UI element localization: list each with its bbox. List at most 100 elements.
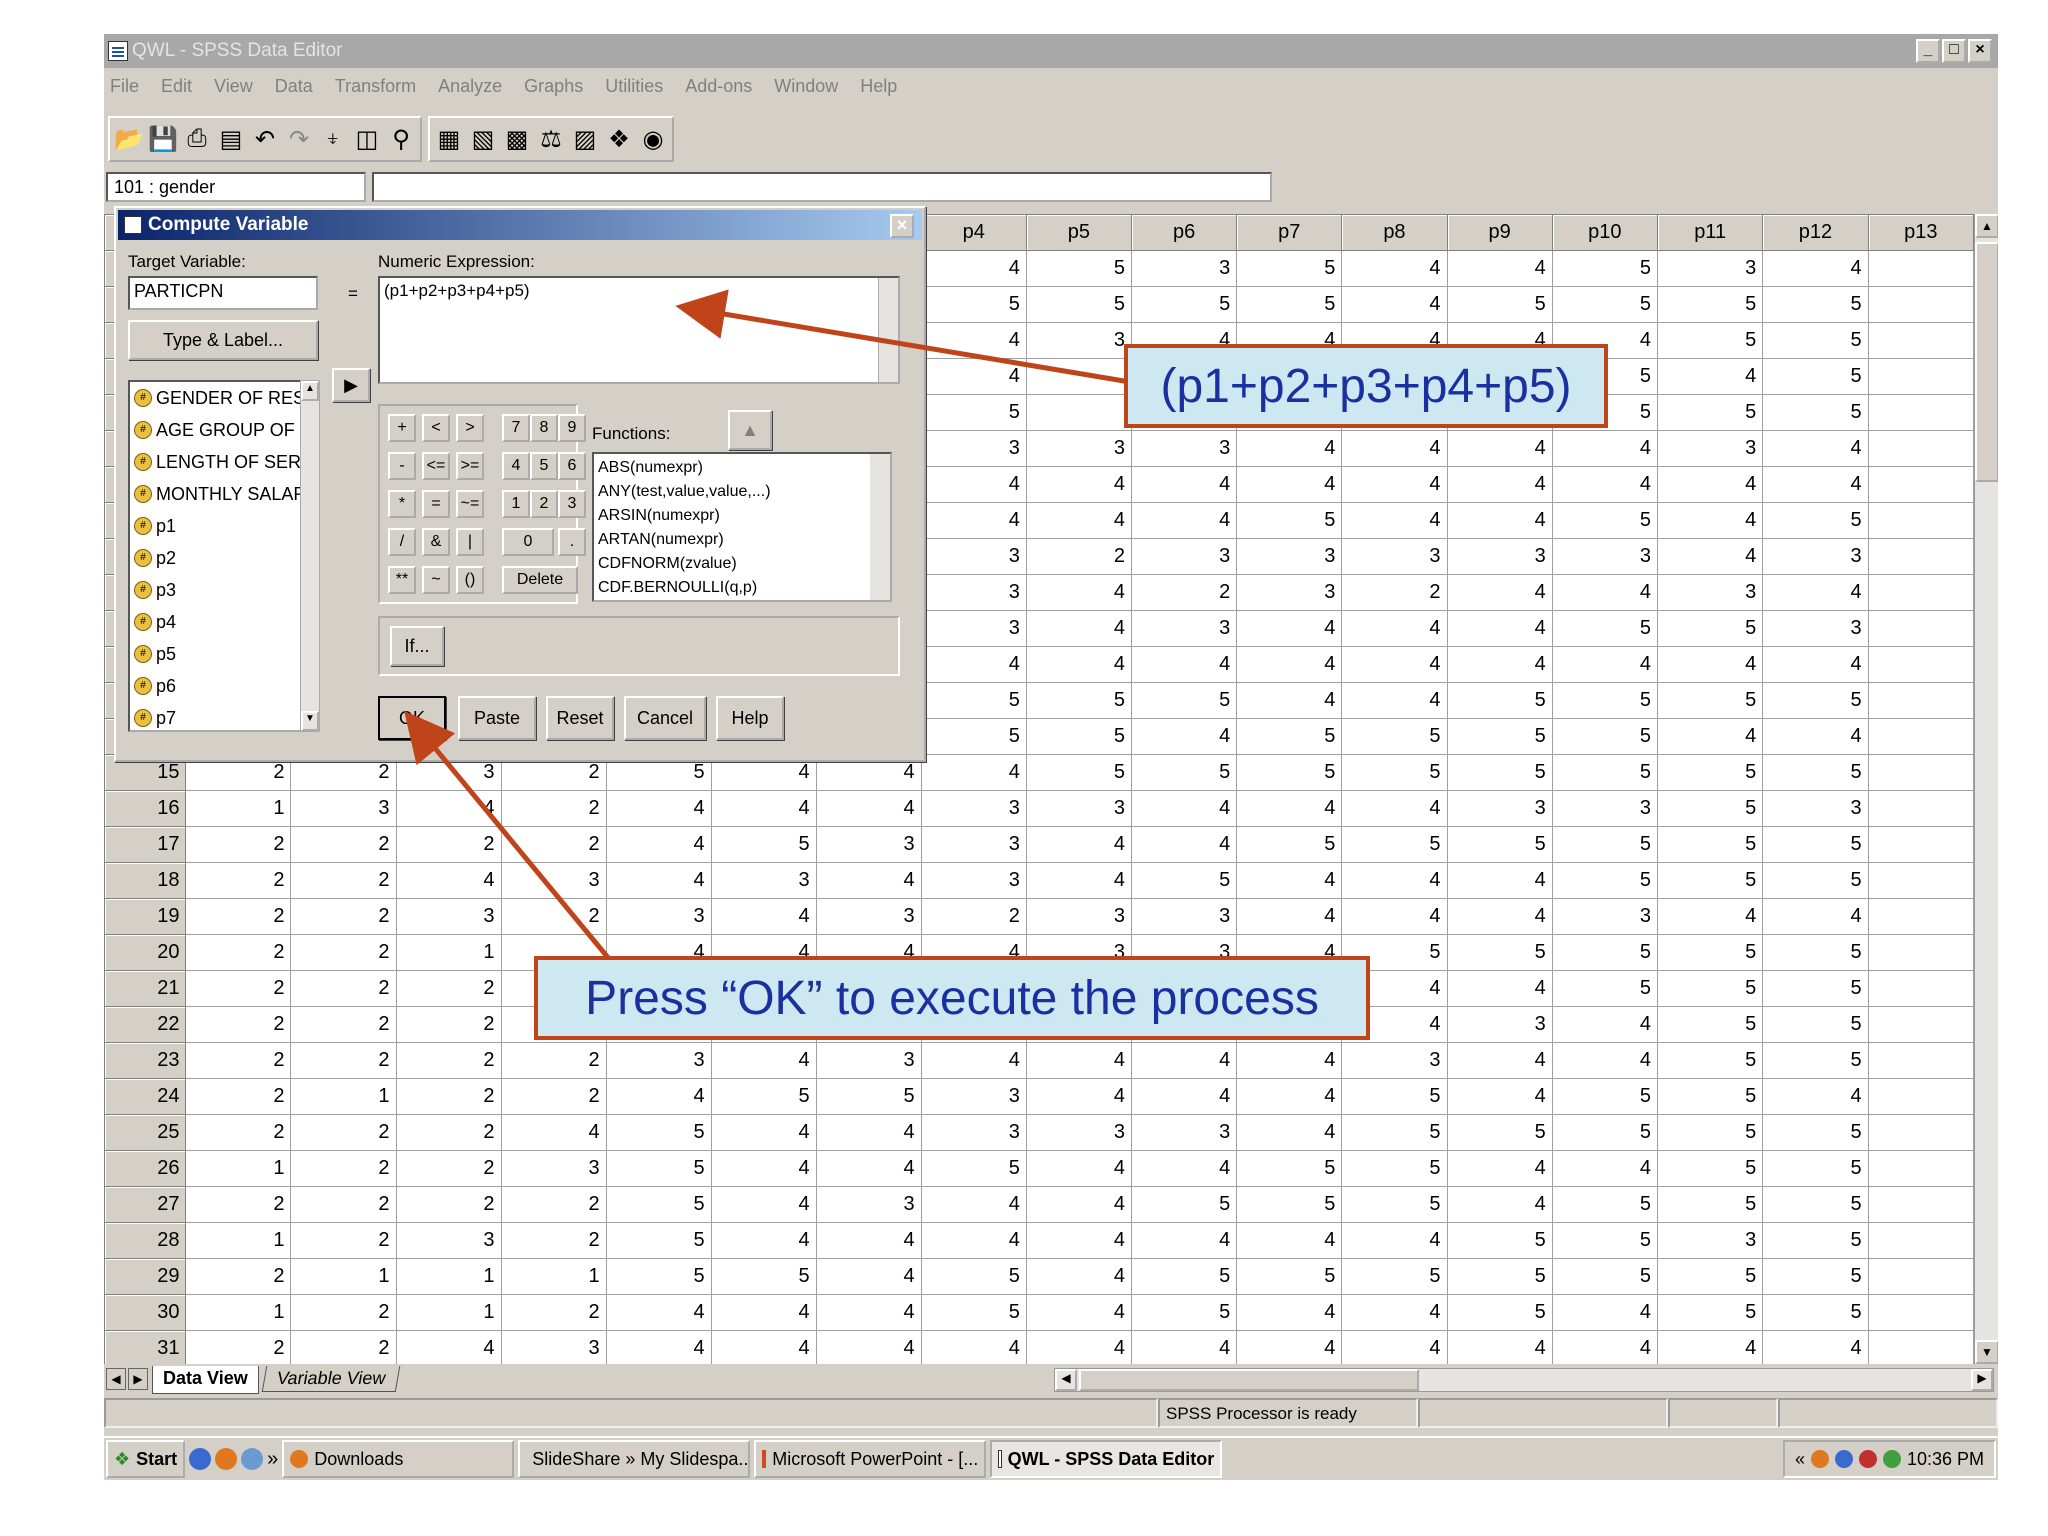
data-cell[interactable]: 4 — [1341, 286, 1448, 323]
data-cell[interactable]: 4 — [1551, 646, 1659, 683]
data-cell[interactable]: 4 — [815, 1330, 922, 1364]
data-cell[interactable]: 5 — [920, 286, 1027, 323]
data-cell[interactable]: 4 — [1131, 502, 1238, 539]
data-cell[interactable]: 4 — [1446, 970, 1553, 1007]
data-cell[interactable] — [1867, 790, 1974, 827]
keypad-button[interactable]: ** — [388, 566, 416, 594]
data-cell[interactable]: 2 — [500, 898, 607, 935]
data-cell[interactable]: 3 — [1131, 250, 1238, 287]
data-cell[interactable]: 5 — [1236, 286, 1343, 323]
data-cell[interactable]: 2 — [290, 1114, 397, 1151]
data-cell[interactable]: 5 — [1446, 1114, 1553, 1151]
menu-item-window[interactable]: Window — [774, 76, 838, 97]
data-cell[interactable]: 4 — [1446, 1330, 1553, 1364]
data-cell[interactable] — [1867, 1222, 1974, 1259]
data-cell[interactable]: 5 — [1656, 826, 1764, 863]
row-number[interactable]: 28 — [104, 1222, 187, 1259]
data-cell[interactable]: 2 — [395, 1078, 502, 1115]
data-cell[interactable] — [1867, 970, 1974, 1007]
data-cell[interactable]: 3 — [920, 1114, 1027, 1151]
type-label-button[interactable]: Type & Label... — [128, 320, 318, 360]
data-cell[interactable]: 2 — [500, 1078, 607, 1115]
data-cell[interactable]: 2 — [290, 1186, 397, 1223]
data-cell[interactable]: 2 — [500, 1294, 607, 1331]
data-cell[interactable]: 5 — [1762, 1042, 1869, 1079]
data-cell[interactable]: 5 — [1762, 826, 1869, 863]
data-cell[interactable]: 2 — [185, 1330, 292, 1364]
data-cell[interactable]: 5 — [1762, 682, 1869, 719]
data-cell[interactable]: 4 — [1551, 1150, 1659, 1187]
data-cell[interactable]: 3 — [1762, 790, 1869, 827]
data-cell[interactable]: 4 — [1341, 682, 1448, 719]
data-cell[interactable]: 4 — [815, 1258, 922, 1295]
data-cell[interactable]: 3 — [815, 898, 922, 935]
keypad-button[interactable]: . — [558, 528, 586, 556]
data-cell[interactable]: 5 — [1131, 682, 1238, 719]
data-cell[interactable]: 4 — [920, 358, 1027, 395]
data-cell[interactable]: 3 — [1551, 538, 1659, 575]
data-cell[interactable]: 5 — [1762, 754, 1869, 791]
data-cell[interactable]: 2 — [290, 898, 397, 935]
window-title-bar[interactable]: QWL - SPSS Data Editor _ □ × — [104, 34, 1998, 68]
keypad-button[interactable]: > — [456, 414, 484, 442]
data-cell[interactable]: 4 — [1551, 1042, 1659, 1079]
data-cell[interactable]: 4 — [815, 1294, 922, 1331]
split-file-icon[interactable]: ▩ — [500, 120, 534, 158]
data-cell[interactable]: 4 — [1762, 898, 1869, 935]
data-cell[interactable]: 4 — [815, 790, 922, 827]
data-cell[interactable]: 3 — [1446, 538, 1553, 575]
cancel-button[interactable]: Cancel — [624, 696, 706, 740]
data-cell[interactable]: 5 — [1025, 718, 1133, 755]
data-cell[interactable]: 5 — [1762, 286, 1869, 323]
column-header[interactable]: p8 — [1341, 214, 1448, 251]
data-cell[interactable]: 2 — [290, 1330, 397, 1364]
data-cell[interactable]: 4 — [920, 322, 1027, 359]
data-cell[interactable]: 2 — [185, 934, 292, 971]
data-cell[interactable]: 4 — [1131, 1222, 1238, 1259]
data-cell[interactable]: 2 — [290, 1150, 397, 1187]
data-cell[interactable]: 4 — [1551, 430, 1659, 467]
tab-scroll-right-icon[interactable]: ▶ — [128, 1368, 148, 1390]
data-cell[interactable]: 4 — [920, 1222, 1027, 1259]
data-cell[interactable]: 3 — [920, 1078, 1027, 1115]
data-cell[interactable]: 5 — [1236, 1258, 1343, 1295]
data-cell[interactable]: 5 — [1446, 1258, 1553, 1295]
keypad-button[interactable]: 7 — [502, 414, 530, 442]
data-cell[interactable]: 5 — [1236, 1186, 1343, 1223]
data-cell[interactable]: 4 — [1446, 1150, 1553, 1187]
menu-item-view[interactable]: View — [214, 76, 253, 97]
keypad-button[interactable]: () — [456, 566, 484, 594]
dialog-recall-icon[interactable]: ▤ — [214, 120, 248, 158]
varlist-scroll-down-icon[interactable]: ▼ — [301, 711, 319, 731]
function-list-item[interactable]: ARTAN(numexpr) — [598, 528, 886, 552]
data-cell[interactable]: 3 — [1656, 250, 1764, 287]
data-cell[interactable]: 4 — [1025, 574, 1133, 611]
horizontal-scrollbar[interactable]: ◀ ▶ — [1054, 1368, 1994, 1392]
keypad-button[interactable]: 1 — [502, 490, 530, 518]
functions-list[interactable]: ABS(numexpr) ANY(test,value,value,...) ARS… — [592, 452, 892, 602]
data-cell[interactable]: 4 — [1656, 1330, 1764, 1364]
data-cell[interactable]: 3 — [920, 610, 1027, 647]
tab-scroll-left-icon[interactable]: ◀ — [106, 1368, 126, 1390]
data-cell[interactable]: 4 — [1551, 1294, 1659, 1331]
data-cell[interactable]: 5 — [1762, 1258, 1869, 1295]
keypad-button[interactable]: 4 — [502, 452, 530, 480]
data-cell[interactable]: 5 — [1551, 250, 1659, 287]
data-cell[interactable]: 3 — [395, 1222, 502, 1259]
column-header[interactable]: p13 — [1867, 214, 1974, 251]
data-cell[interactable]: 4 — [1341, 1294, 1448, 1331]
data-cell[interactable]: 2 — [290, 826, 397, 863]
data-cell[interactable] — [1867, 286, 1974, 323]
data-cell[interactable]: 5 — [1656, 934, 1764, 971]
keypad-button[interactable]: < — [422, 414, 450, 442]
menu-item-analyze[interactable]: Analyze — [438, 76, 502, 97]
data-cell[interactable]: 5 — [1341, 826, 1448, 863]
data-cell[interactable]: 5 — [1656, 1258, 1764, 1295]
keypad-button[interactable]: = — [422, 490, 450, 518]
data-cell[interactable]: 2 — [290, 1042, 397, 1079]
data-cell[interactable]: 5 — [1446, 826, 1553, 863]
keypad-button[interactable]: 8 — [530, 414, 558, 442]
taskbar-item-powerpoint[interactable]: Microsoft PowerPoint - [... — [754, 1440, 987, 1478]
data-cell[interactable] — [1867, 1330, 1974, 1364]
data-cell[interactable]: 5 — [1762, 1222, 1869, 1259]
